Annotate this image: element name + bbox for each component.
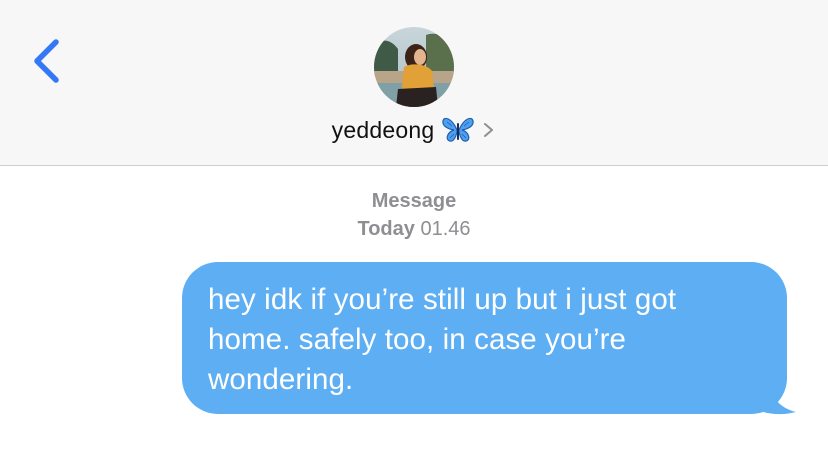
- butterfly-icon: [442, 117, 474, 142]
- timestamp-day: Today: [357, 218, 415, 240]
- message-bubble[interactable]: hey idk if you’re still up but i just go…: [182, 262, 787, 414]
- chevron-left-icon: [34, 39, 59, 83]
- message-service-label: Message: [371, 190, 457, 212]
- conversation-header: yeddeong: [0, 0, 828, 166]
- contact-details-button[interactable]: yeddeong: [0, 113, 828, 147]
- avatar-photo: [374, 27, 454, 107]
- timestamp-time: 01.46: [420, 218, 471, 240]
- chevron-right-icon: [484, 123, 494, 137]
- back-button[interactable]: [24, 30, 74, 90]
- messages-conversation-screen: yeddeong Message Today 01.46 hey idk if …: [0, 0, 828, 450]
- message-timestamp: Today 01.46: [0, 218, 828, 241]
- contact-avatar[interactable]: [374, 27, 454, 107]
- contact-name: yeddeong: [331, 116, 435, 143]
- outgoing-message: hey idk if you’re still up but i just go…: [180, 262, 800, 418]
